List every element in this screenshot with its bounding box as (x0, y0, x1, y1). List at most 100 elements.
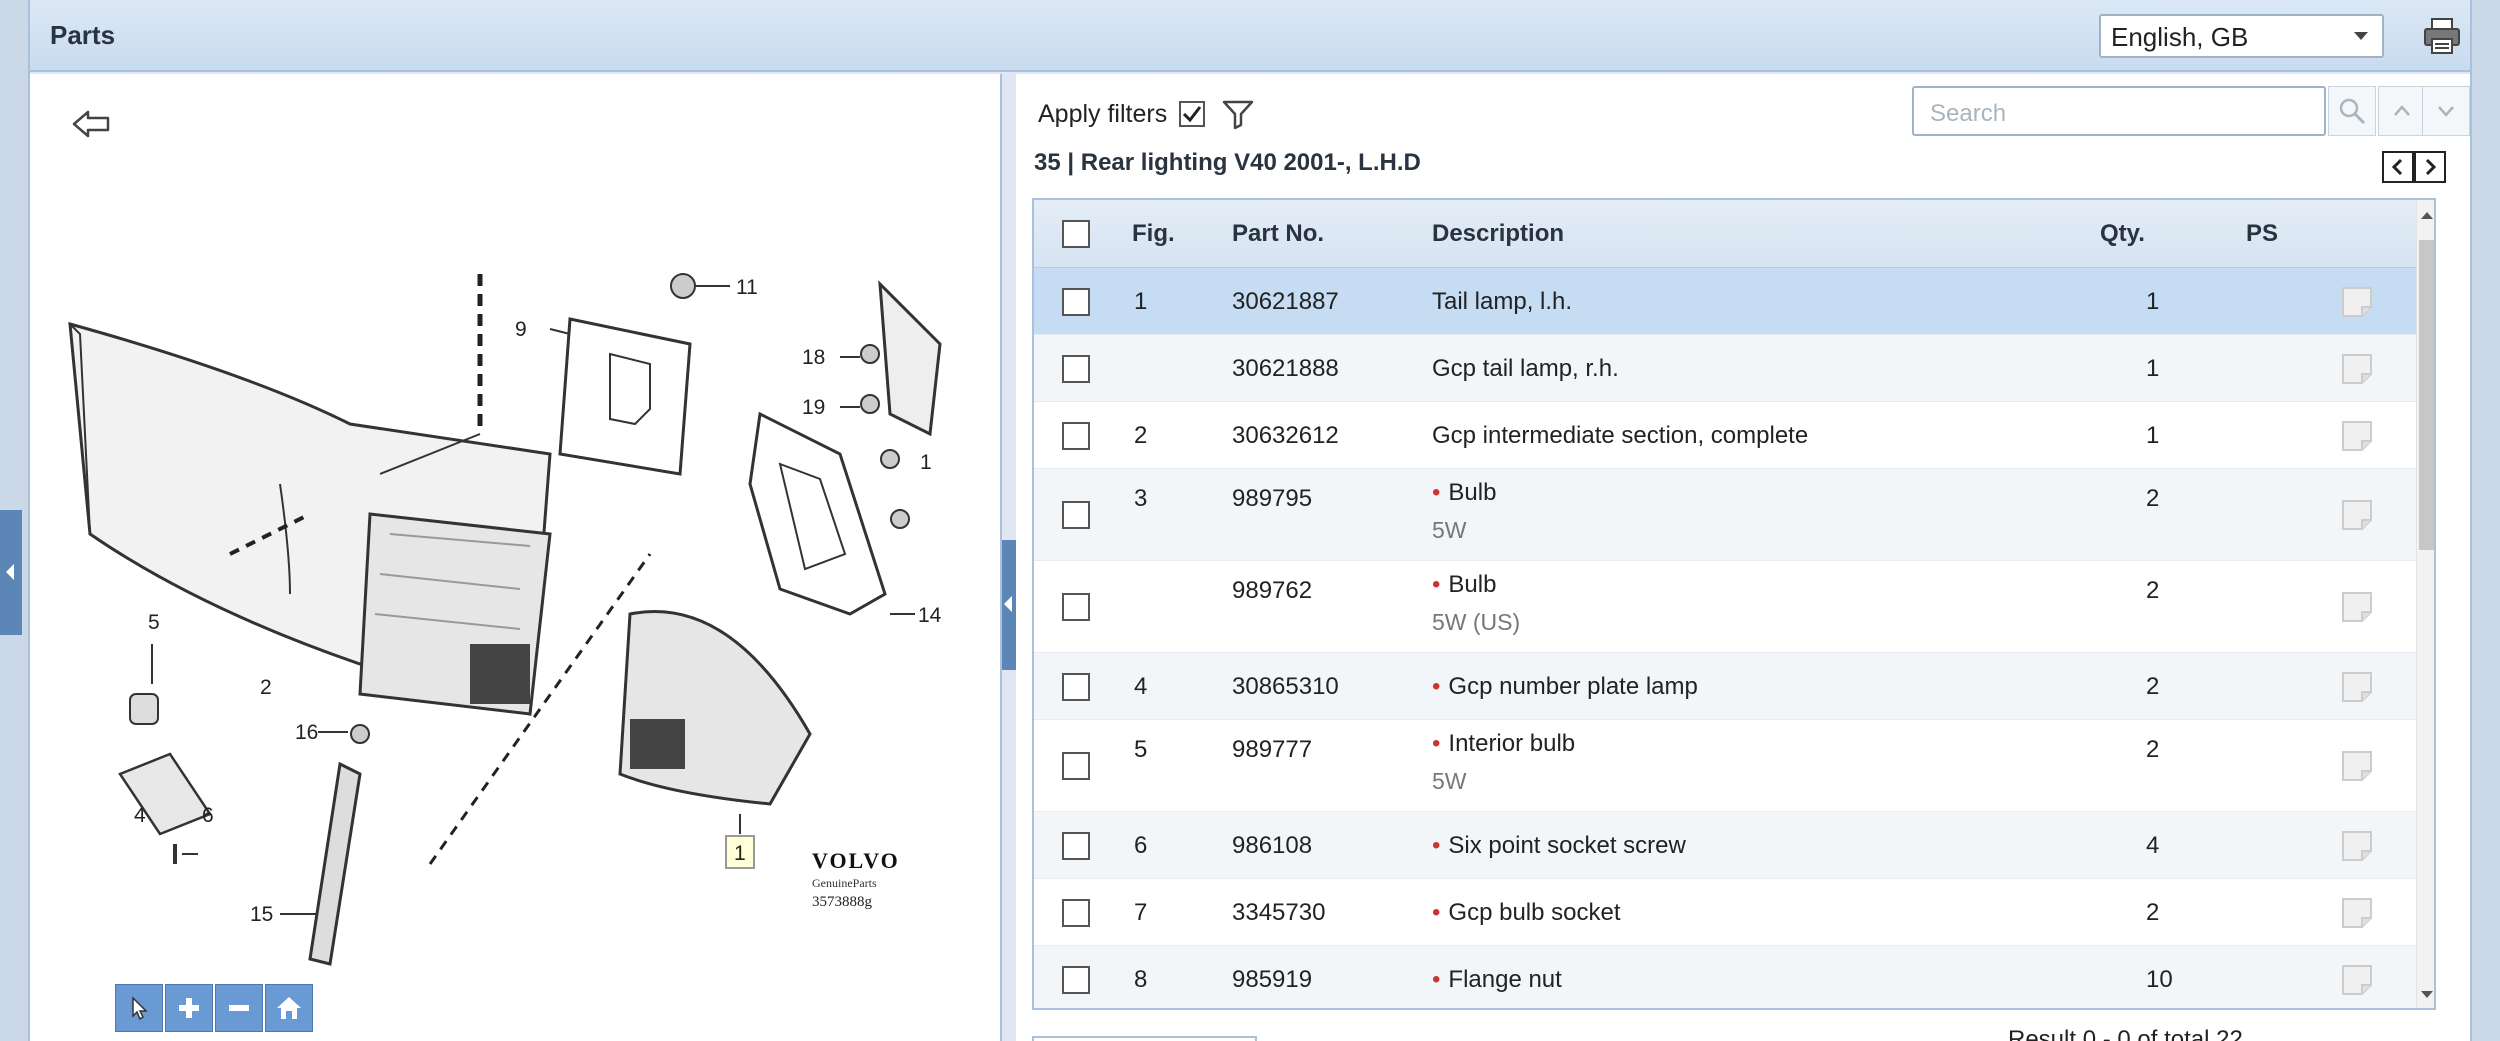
table-row[interactable]: 1 30621887 Tail lamp, l.h. 1 (1034, 268, 2416, 335)
note-icon[interactable] (2340, 829, 2374, 863)
search-input[interactable]: Search (1912, 86, 2326, 136)
search-button[interactable] (2328, 86, 2376, 136)
back-arrow-icon[interactable] (70, 104, 114, 144)
diagram-label: 1 (920, 451, 932, 474)
part-no-cell: 3345730 (1232, 898, 1326, 926)
pointer-icon (132, 996, 148, 1021)
fig-cell: 6 (1134, 831, 1148, 859)
table-row[interactable]: 7 3345730 • Gcp bulb socket 2 (1034, 879, 2416, 946)
description-text: Interior bulb (1448, 730, 1576, 757)
zoom-out-icon (229, 1005, 249, 1011)
qty-cell: 2 (2146, 672, 2160, 700)
note-icon[interactable] (2340, 419, 2374, 453)
row-checkbox[interactable] (1062, 965, 1090, 994)
pointer-tool-button[interactable] (115, 984, 163, 1032)
fig-cell: 8 (1134, 965, 1148, 993)
apply-filters-checkbox[interactable] (1179, 101, 1206, 127)
column-header-qty[interactable]: Qty. (2100, 220, 2145, 248)
column-header-ps[interactable]: PS (2246, 220, 2278, 248)
table-row[interactable]: 8 985919 • Flange nut 10 (1034, 946, 2416, 1008)
diagram-label: 5 (148, 611, 160, 634)
description-cell: • Flange nut (1432, 966, 1562, 994)
scroll-up-icon[interactable] (2421, 212, 2433, 219)
note-icon[interactable] (2340, 670, 2374, 704)
scrollbar-thumb[interactable] (2419, 240, 2434, 550)
description-cell: • Bulb (1432, 571, 1496, 599)
row-checkbox[interactable] (1062, 593, 1090, 621)
left-collapse-handle[interactable] (0, 510, 22, 635)
search-next-button[interactable] (2422, 86, 2470, 136)
part-no-cell: 986108 (1232, 831, 1313, 859)
description-subtext: 5W (US) (1432, 609, 1521, 635)
description-cell: Gcp intermediate section, complete (1432, 422, 1808, 450)
note-icon[interactable] (2340, 590, 2374, 624)
fig-cell: 1 (1134, 287, 1148, 315)
table-row[interactable]: 3 989795 • Bulb 5W 2 (1034, 469, 2416, 561)
home-view-button[interactable] (265, 984, 313, 1032)
parts-table: Fig. Part No. Description Qty. PS 1 30621… (1032, 198, 2436, 1010)
table-row[interactable]: 30621888 Gcp tail lamp, r.h. 1 (1034, 335, 2416, 402)
arrow-up-icon (2394, 105, 2410, 116)
table-scrollbar[interactable] (2416, 200, 2434, 1008)
zoom-in-button[interactable] (165, 984, 213, 1032)
row-checkbox[interactable] (1062, 287, 1090, 316)
diagram-label: 1 (734, 842, 746, 865)
note-icon[interactable] (2340, 498, 2374, 532)
breadcrumb: 35 | Rear lighting V40 2001-, L.H.D (1034, 149, 1421, 176)
table-row[interactable]: 2 30632612 Gcp intermediate section, compl… (1034, 402, 2416, 469)
part-no-cell: 989795 (1232, 485, 1313, 512)
note-icon[interactable] (2340, 749, 2374, 783)
page-size-select[interactable] (1032, 1036, 1257, 1041)
description-cell: • Gcp bulb socket (1432, 899, 1621, 927)
description-cell: • Interior bulb (1432, 730, 1575, 758)
chevron-left-icon (2391, 158, 2403, 176)
part-no-cell: 989762 (1232, 577, 1313, 604)
column-header-part-no[interactable]: Part No. (1232, 220, 1324, 248)
filter-icon[interactable] (1221, 97, 1255, 131)
row-checkbox[interactable] (1062, 501, 1090, 529)
previous-section-button[interactable] (2382, 151, 2414, 183)
apply-filters: Apply filters (1038, 96, 1255, 132)
row-checkbox[interactable] (1062, 898, 1090, 927)
column-header-fig[interactable]: Fig. (1132, 220, 1175, 248)
column-header-description[interactable]: Description (1432, 220, 1564, 248)
next-section-button[interactable] (2414, 151, 2446, 183)
description-text: Bulb (1448, 571, 1497, 598)
qty-cell: 4 (2146, 831, 2160, 859)
description-subtext: 5W (1432, 768, 1467, 794)
checkmark-icon (1183, 106, 1202, 123)
table-row[interactable]: 989762 • Bulb 5W (US) 2 (1034, 561, 2416, 653)
table-row[interactable]: 6 986108 • Six point socket screw 4 (1034, 812, 2416, 879)
row-checkbox[interactable] (1062, 354, 1090, 383)
panel-splitter-handle[interactable] (1002, 540, 1016, 670)
description-cell: Tail lamp, l.h. (1432, 288, 1572, 316)
zoom-out-button[interactable] (215, 984, 263, 1032)
part-no-cell: 30621888 (1232, 354, 1339, 382)
fig-cell: 5 (1134, 736, 1148, 763)
note-icon[interactable] (2340, 285, 2374, 319)
scroll-down-icon[interactable] (2421, 991, 2433, 998)
row-checkbox[interactable] (1062, 421, 1090, 450)
part-no-cell: 30621887 (1232, 287, 1339, 315)
note-icon[interactable] (2340, 963, 2374, 997)
search-previous-button[interactable] (2378, 86, 2426, 136)
diagram-toolbar (115, 984, 313, 1032)
description-text: Flange nut (1448, 965, 1562, 993)
bullet-icon: • (1432, 571, 1441, 598)
description-cell: • Gcp number plate lamp (1432, 673, 1698, 701)
select-all-checkbox[interactable] (1062, 220, 1090, 248)
qty-cell: 1 (2146, 354, 2160, 382)
description-text: Tail lamp, l.h. (1432, 287, 1573, 315)
parts-list-panel: Apply filters Search 35 | Rear lighting … (1016, 74, 2470, 1041)
qty-cell: 2 (2146, 736, 2160, 763)
language-select[interactable]: English, GB (2099, 14, 2384, 58)
table-row[interactable]: 4 30865310 • Gcp number plate lamp 2 (1034, 653, 2416, 720)
table-row[interactable]: 5 989777 • Interior bulb 5W 2 (1034, 720, 2416, 812)
row-checkbox[interactable] (1062, 831, 1090, 860)
note-icon[interactable] (2340, 896, 2374, 930)
row-checkbox[interactable] (1062, 752, 1090, 780)
print-icon[interactable] (2420, 14, 2464, 58)
row-checkbox[interactable] (1062, 672, 1090, 701)
note-icon[interactable] (2340, 352, 2374, 386)
description-cell: • Six point socket screw (1432, 832, 1686, 860)
